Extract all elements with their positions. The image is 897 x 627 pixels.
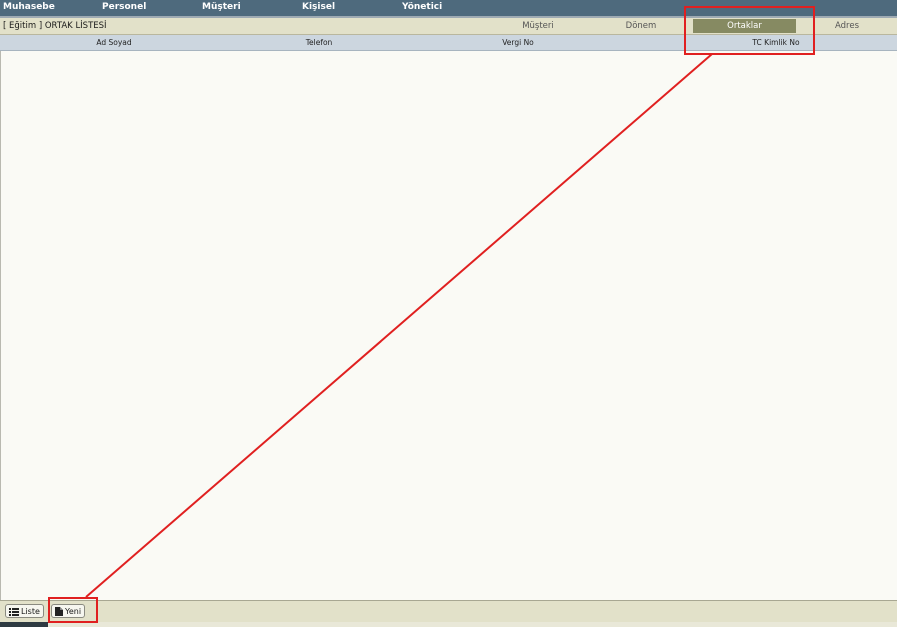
menu-kisisel[interactable]: Kişisel [302, 0, 335, 16]
table-header-row: Ad Soyad Telefon Vergi No TC Kimlik No [0, 35, 897, 51]
menu-yonetici[interactable]: Yönetici [402, 0, 442, 16]
footer-bottom-strip [48, 622, 897, 627]
tab-donem[interactable]: Dönem [600, 19, 682, 33]
tab-adres[interactable]: Adres [808, 19, 886, 33]
page-title: [ Eğitim ] ORTAK LİSTESİ [3, 21, 107, 31]
menu-muhasebe[interactable]: Muhasebe [3, 0, 55, 16]
tab-ortaklar[interactable]: Ortaklar [693, 19, 796, 33]
main-menubar: Muhasebe Personel Müşteri Kişisel Yöneti… [0, 0, 897, 16]
list-button[interactable]: Liste [5, 604, 44, 618]
column-header-vergi-no[interactable]: Vergi No [502, 35, 534, 50]
list-icon [9, 608, 19, 616]
page-titlebar: [ Eğitim ] ORTAK LİSTESİ Müşteri Dönem O… [0, 18, 897, 35]
column-header-telefon[interactable]: Telefon [306, 35, 333, 50]
new-button[interactable]: Yeni [51, 604, 86, 618]
new-document-icon [55, 607, 63, 616]
menu-musteri[interactable]: Müşteri [202, 0, 241, 16]
column-header-ad-soyad[interactable]: Ad Soyad [96, 35, 131, 50]
menu-personel[interactable]: Personel [102, 0, 146, 16]
tab-musteri[interactable]: Müşteri [500, 19, 576, 33]
column-header-tc-kimlik-no[interactable]: TC Kimlik No [752, 35, 799, 50]
footer-toolbar: Liste Yeni [0, 600, 897, 622]
table-body [0, 51, 897, 600]
list-button-label: Liste [21, 607, 40, 616]
new-button-label: Yeni [65, 607, 82, 616]
